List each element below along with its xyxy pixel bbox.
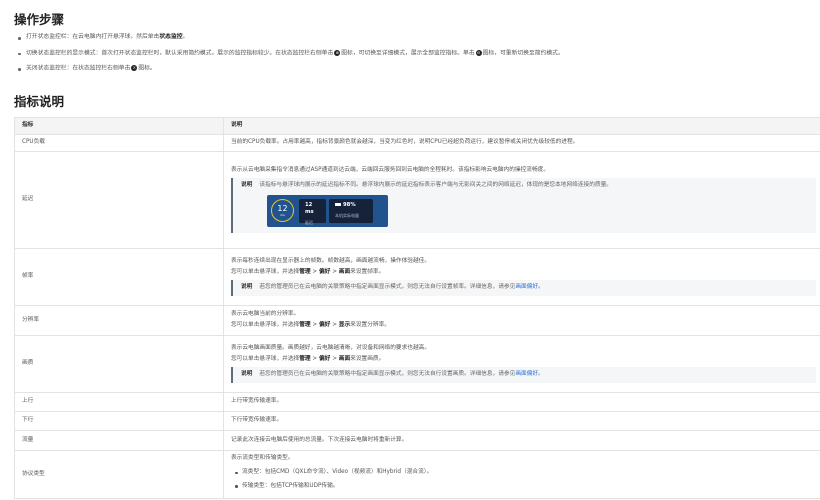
latency-gauge: 12 ms bbox=[271, 199, 294, 223]
how-to-set: 您可以单击悬浮球，并选择管理 > 偏好 > 画面来设置画质。 bbox=[231, 356, 385, 363]
display-preference-link[interactable]: 画面偏好 bbox=[515, 284, 538, 290]
battery-box: 98% 本机实际电量 bbox=[329, 199, 373, 224]
indicator-name: 帧率 bbox=[14, 248, 224, 306]
latency-box: 12 ms 延迟 bbox=[299, 199, 326, 225]
list-item: 打开状态监控栏：在云电脑内打开悬浮球，然后单击状态监控。 bbox=[16, 34, 564, 50]
indicator-desc: 当前的CPU负载率。占用率越高，指标背景颜色就会越深，当变为红色时，说明CPU已… bbox=[223, 134, 820, 152]
table-header-row: 指标 说明 bbox=[14, 117, 820, 135]
list-item: 切换状态监控栏的显示模式：首次打开状态监控栏时，默认采用简约模式，展示的监控指标… bbox=[16, 49, 564, 66]
status-monitor-label: 状态监控 bbox=[159, 34, 183, 40]
indicators-table: 指标 说明 CPU负载 当前的CPU负载率。占用率越高，指标背景颜色就会越深，当… bbox=[14, 117, 820, 499]
table-row: 流量 记录此次连接云电脑后使用的总流量。下次连接云电脑时将重新计算。 bbox=[14, 430, 820, 451]
indicator-name: 上行 bbox=[14, 392, 224, 412]
indicator-desc: 表示每秒连续出现在显示器上的帧数。帧数越高，画面越流畅，操作体验越佳。 bbox=[231, 258, 431, 265]
column-header-description: 说明 bbox=[223, 117, 820, 135]
table-row: 下行 下行带宽传输速率。 bbox=[14, 411, 820, 431]
note-box: 说明 该指标与悬浮球内展示的延迟指标不同。悬浮球内展示的延迟指标表示客户端与无影间… bbox=[231, 177, 816, 234]
indicator-name: 延迟 bbox=[14, 151, 224, 249]
indicator-name: 下行 bbox=[14, 411, 224, 431]
how-to-set: 您可以单击悬浮球，并选择管理 > 偏好 > 显示来设置分辨率。 bbox=[231, 322, 390, 328]
indicator-desc: 表示流类型和传输类型。 bbox=[231, 455, 294, 462]
note-label: 说明 bbox=[241, 181, 253, 188]
indicator-desc: 上行带宽传输速率。 bbox=[223, 392, 820, 412]
indicator-desc: 记录此次连接云电脑后使用的总流量。下次连接云电脑时将重新计算。 bbox=[223, 430, 820, 451]
indicator-desc: 表示从云电脑采集指令消息通过ASP通道到达云端，云端回云服务回到云电脑的全程耗时… bbox=[231, 166, 550, 173]
table-row: 上行 上行带宽传输速率。 bbox=[14, 392, 820, 412]
indicator-name: 流量 bbox=[14, 430, 224, 451]
indicator-desc: 下行带宽传输速率。 bbox=[223, 411, 820, 431]
indicator-name: 画质 bbox=[14, 335, 224, 393]
indicator-name: 分辨率 bbox=[14, 305, 224, 336]
collapse-icon: ⊖ bbox=[475, 49, 482, 56]
indicator-name: CPU负载 bbox=[14, 134, 224, 152]
doc-page: 操作步骤 打开状态监控栏：在云电脑内打开悬浮球，然后单击状态监控。 切换状态监控… bbox=[0, 0, 820, 500]
display-preference-link[interactable]: 画面偏好 bbox=[515, 371, 538, 377]
table-row: 画质 表示云电脑画面质量。画质越好，云电脑越清晰，对设备和网络的要求也越高。 您… bbox=[14, 335, 820, 393]
list-item: 流类型：包括CMD（QXL命令流）、Video（视频流）和Hybrid（混合流）… bbox=[235, 469, 816, 477]
note-text: 该指标与悬浮球内展示的延迟指标不同。悬浮球内展示的延迟指标表示客户端与无影间关之… bbox=[259, 181, 612, 188]
steps-list: 打开状态监控栏：在云电脑内打开悬浮球，然后单击状态监控。 切换状态监控栏的显示模… bbox=[16, 34, 564, 81]
table-row: 协议类型 表示流类型和传输类型。 流类型：包括CMD（QXL命令流）、Video… bbox=[14, 450, 820, 499]
table-row: 延迟 表示从云电脑采集指令消息通过ASP通道到达云端，云端回云服务回到云电脑的全… bbox=[14, 151, 820, 249]
indicator-desc: 表示云电脑当前的分辨率。 bbox=[231, 311, 300, 318]
list-item: 传输类型：包括TCP传输和UDP传输。 bbox=[235, 483, 816, 491]
close-icon: × bbox=[131, 65, 138, 71]
indicator-desc: 表示云电脑画面质量。画质越好，云电脑越清晰，对设备和网络的要求也越高。 bbox=[231, 345, 431, 352]
table-row: 分辨率 表示云电脑当前的分辨率。 您可以单击悬浮球，并选择管理 > 偏好 > 显… bbox=[14, 305, 820, 336]
table-row: CPU负载 当前的CPU负载率。占用率越高，指标背景颜色就会越深，当变为红色时，… bbox=[14, 134, 820, 152]
table-row: 帧率 表示每秒连续出现在显示器上的帧数。帧数越高，画面越流畅，操作体验越佳。 您… bbox=[14, 248, 820, 306]
battery-icon bbox=[335, 203, 341, 207]
steps-heading: 操作步骤 bbox=[14, 12, 65, 27]
status-monitor-panel-image: 12 ms 12 ms 延迟 98% 本机实际电量 bbox=[267, 195, 388, 228]
indicators-heading: 指标说明 bbox=[14, 94, 65, 109]
list-item: 关闭状态监控栏：在状态监控栏右侧单击 × 图标。 bbox=[16, 65, 564, 81]
note-box: 说明 若您的管理员已在云电脑的关联策略中指定画面显示模式，则您无法自行设置画质。详… bbox=[231, 366, 816, 383]
how-to-set: 您可以单击悬浮球，并选择管理 > 偏好 > 画面来设置帧率。 bbox=[231, 269, 385, 276]
note-label: 说明 bbox=[241, 370, 253, 377]
expand-icon: ⊕ bbox=[334, 49, 341, 56]
note-label: 说明 bbox=[241, 283, 253, 290]
indicator-name: 协议类型 bbox=[14, 450, 224, 499]
protocol-bullets: 流类型：包括CMD（QXL命令流）、Video（视频流）和Hybrid（混合流）… bbox=[235, 469, 816, 490]
note-box: 说明 若您的管理员已在云电脑的关联策略中指定画面显示模式，则您无法自行设置帧率。详… bbox=[231, 279, 816, 296]
column-header-indicator: 指标 bbox=[14, 117, 224, 135]
